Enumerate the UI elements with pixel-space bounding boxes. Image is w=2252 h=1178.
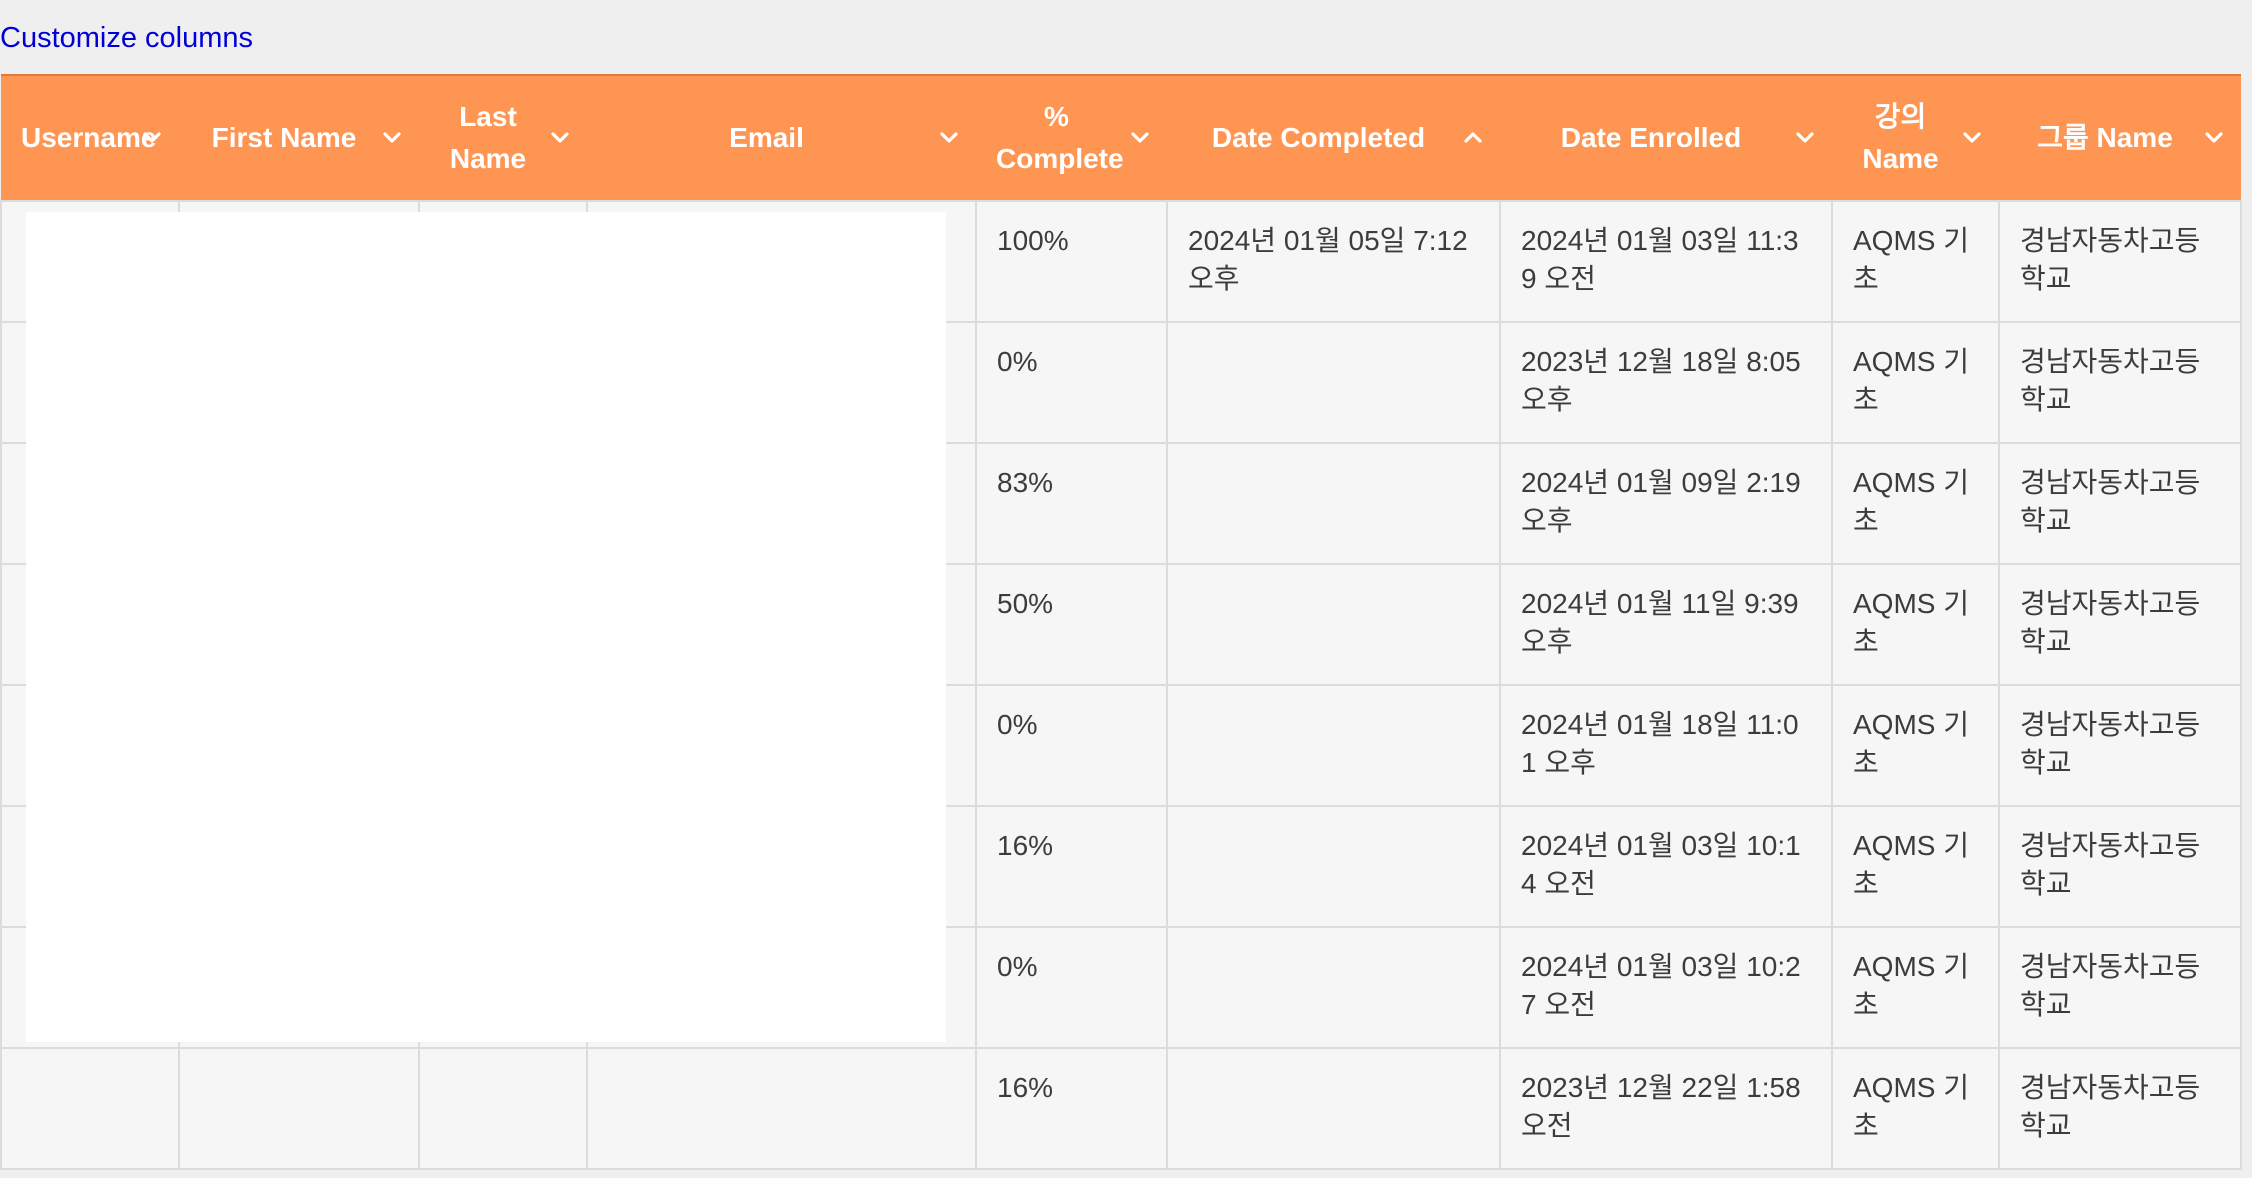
column-header-label: 그룹 Name (2037, 122, 2173, 153)
column-header-label: % Complete (996, 101, 1124, 174)
cell-last-name (418, 1047, 588, 1170)
column-header-username[interactable]: Username (1, 74, 179, 201)
cell-group-name: 경남자동차고등학교 (1998, 200, 2242, 323)
cell-percent-complete: 83% (975, 442, 1168, 565)
cell-date-completed (1166, 684, 1501, 807)
chevron-down-icon[interactable] (139, 124, 165, 150)
cell-date-enrolled: 2024년 01월 03일 10:14 오전 (1499, 805, 1833, 928)
cell-percent-complete: 0% (975, 926, 1168, 1049)
chevron-down-icon[interactable] (936, 124, 962, 150)
cell-group-name: 경남자동차고등학교 (1998, 684, 2242, 807)
cell-date-enrolled: 2024년 01월 03일 11:39 오전 (1499, 200, 1833, 323)
column-header-percent-complete[interactable]: % Complete (976, 74, 1167, 201)
column-header-first-name[interactable]: First Name (179, 74, 419, 201)
cell-group-name: 경남자동차고등학교 (1998, 563, 2242, 686)
cell-date-enrolled: 2024년 01월 09일 2:19 오후 (1499, 442, 1833, 565)
cell-percent-complete: 0% (975, 321, 1168, 444)
cell-course-name: AQMS 기초 (1831, 442, 2000, 565)
cell-course-name: AQMS 기초 (1831, 926, 2000, 1049)
cell-course-name: AQMS 기초 (1831, 563, 2000, 686)
chevron-down-icon[interactable] (2201, 124, 2227, 150)
column-divider (418, 1150, 420, 1162)
cell-course-name: AQMS 기초 (1831, 684, 2000, 807)
column-header-email[interactable]: Email (587, 74, 976, 201)
column-header-label: Date Enrolled (1560, 122, 1742, 153)
cell-date-enrolled: 2023년 12월 18일 8:05 오후 (1499, 321, 1833, 444)
cell-date-enrolled: 2023년 12월 22일 1:58 오전 (1499, 1047, 1833, 1170)
cell-date-completed (1166, 805, 1501, 928)
cell-percent-complete: 16% (975, 1047, 1168, 1170)
column-header-label: Date Completed (1211, 122, 1426, 153)
cell-group-name: 경남자동차고등학교 (1998, 442, 2242, 565)
cell-date-enrolled: 2024년 01월 11일 9:39 오후 (1499, 563, 1833, 686)
column-header-label: First Name (211, 122, 357, 153)
cell-date-completed (1166, 563, 1501, 686)
cell-date-completed (1166, 321, 1501, 444)
cell-group-name: 경남자동차고등학교 (1998, 926, 2242, 1049)
report-page: Customize columns Username First Name Last… (0, 0, 2252, 1178)
column-header-label: Last Name (449, 101, 527, 174)
column-header-last-name[interactable]: Last Name (419, 74, 587, 201)
cell-date-enrolled: 2024년 01월 18일 11:01 오후 (1499, 684, 1833, 807)
cell-percent-complete: 0% (975, 684, 1168, 807)
cell-group-name: 경남자동차고등학교 (1998, 321, 2242, 444)
cell-first-name (178, 1047, 420, 1170)
cell-group-name: 경남자동차고등학교 (1998, 805, 2242, 928)
column-header-group-name[interactable]: 그룹 Name (1999, 74, 2241, 201)
cell-percent-complete: 100% (975, 200, 1168, 323)
chevron-up-icon[interactable] (1460, 124, 1486, 150)
cell-date-completed (1166, 926, 1501, 1049)
chevron-down-icon[interactable] (379, 124, 405, 150)
column-header-date-completed[interactable]: Date Completed (1167, 74, 1500, 201)
customize-columns-link[interactable]: Customize columns (0, 22, 253, 55)
chevron-down-icon[interactable] (1792, 124, 1818, 150)
table-header: Username First Name Last Name Email % Comple… (1, 74, 2241, 201)
column-header-date-enrolled[interactable]: Date Enrolled (1500, 74, 1832, 201)
column-divider (586, 1150, 588, 1162)
cell-course-name: AQMS 기초 (1831, 1047, 2000, 1170)
column-header-label: 강의 Name (1862, 101, 1939, 174)
cell-date-completed (1166, 442, 1501, 565)
cell-course-name: AQMS 기초 (1831, 321, 2000, 444)
cell-date-enrolled: 2024년 01월 03일 10:27 오전 (1499, 926, 1833, 1049)
cell-course-name: AQMS 기초 (1831, 200, 2000, 323)
cell-email (586, 1047, 977, 1170)
redacted-area (26, 212, 946, 1042)
cell-percent-complete: 16% (975, 805, 1168, 928)
cell-username[interactable] (0, 1047, 180, 1170)
cell-date-completed: 2024년 01월 05일 7:12 오후 (1166, 200, 1501, 323)
column-header-course-name[interactable]: 강의 Name (1832, 74, 1999, 201)
cell-date-completed (1166, 1047, 1501, 1170)
chevron-down-icon[interactable] (1959, 124, 1985, 150)
cell-percent-complete: 50% (975, 563, 1168, 686)
table-row[interactable]: 16% 2023년 12월 22일 1:58 오전 AQMS 기초 경남자동차고등학교 (0, 1047, 2242, 1170)
chevron-down-icon[interactable] (547, 124, 573, 150)
cell-course-name: AQMS 기초 (1831, 805, 2000, 928)
chevron-down-icon[interactable] (1127, 124, 1153, 150)
column-divider (178, 1150, 180, 1162)
column-header-label: Username (21, 122, 157, 153)
cell-group-name: 경남자동차고등학교 (1998, 1047, 2242, 1170)
column-header-label: Email (729, 122, 804, 153)
